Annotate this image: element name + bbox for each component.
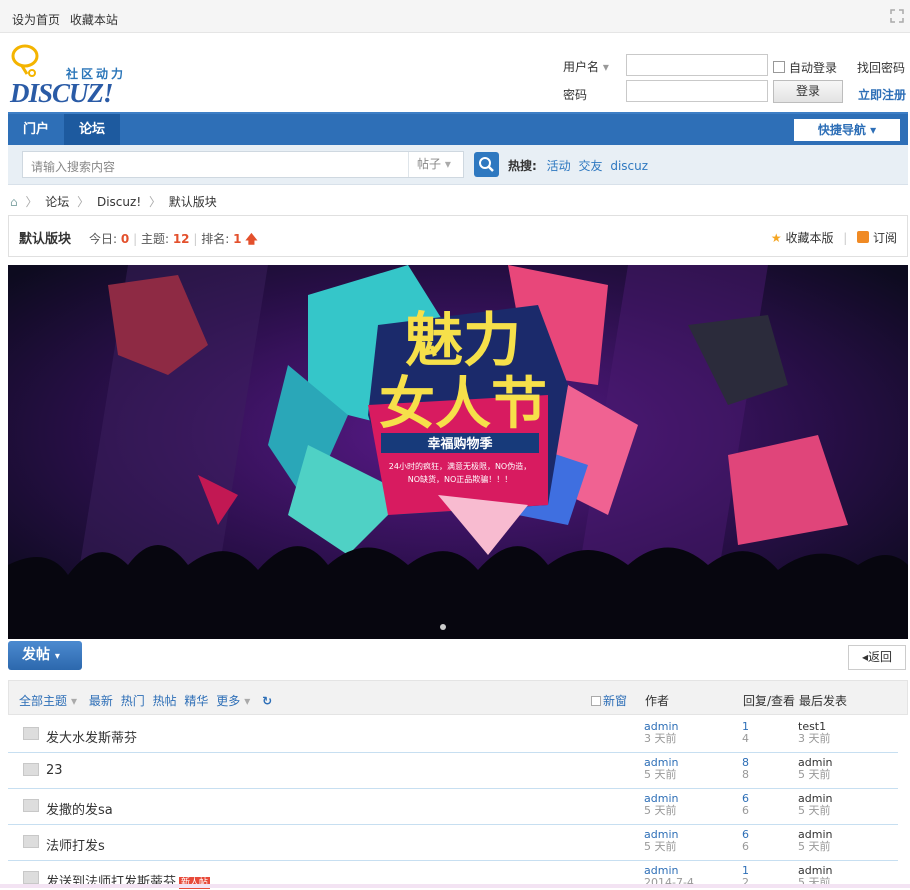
star-icon: ★ — [770, 231, 782, 245]
view-count: 6 — [742, 804, 749, 817]
thread-time: 5 天前 — [644, 804, 677, 817]
hot-term[interactable]: 活动 — [547, 159, 571, 173]
thread-title[interactable]: 发撒的发sa — [46, 799, 113, 818]
breadcrumb-current: 默认版块 — [168, 195, 217, 209]
password-input[interactable] — [626, 80, 768, 102]
hot-label: 热搜: — [508, 159, 537, 173]
password-label: 密码 — [563, 88, 588, 102]
thread-title[interactable]: 发大水发斯蒂芬 — [46, 727, 137, 746]
thread-title[interactable]: 23 — [46, 763, 63, 778]
banner-line1: 魅力 — [405, 306, 521, 374]
fullscreen-icon[interactable] — [890, 9, 904, 23]
auto-login-label: 自动登录 — [789, 61, 838, 75]
site-logo[interactable]: 社区动力 DISCUZ! — [10, 44, 140, 108]
forum-stats: 今日: 0 | 主题: 12 | 排名: 1 🡅 — [89, 232, 258, 246]
filter-newest[interactable]: 最新 — [89, 694, 113, 708]
top-bar: 设为首页 收藏本站 — [0, 0, 910, 33]
filter-hot[interactable]: 热门 — [121, 694, 145, 708]
folder-icon — [23, 763, 39, 776]
last-post-column: 最后发表 — [799, 694, 848, 708]
nav-forum[interactable]: 论坛 — [64, 114, 120, 145]
table-row[interactable]: 发大水发斯蒂芬 admin 3 天前 14 test1 3 天前 — [8, 716, 898, 753]
view-count: 4 — [742, 732, 749, 745]
back-button[interactable]: ◂返回 — [848, 645, 906, 670]
table-row[interactable]: 发撒的发sa admin 5 天前 66 admin 5 天前 — [8, 788, 898, 825]
folder-icon — [23, 727, 39, 740]
author-column: 作者 — [645, 694, 670, 708]
hot-term[interactable]: 交友 — [578, 159, 602, 173]
table-row[interactable]: 23 admin 5 天前 88 admin 5 天前 — [8, 752, 898, 789]
rank-value: 1 — [233, 232, 242, 246]
filter-hot-thread[interactable]: 热帖 — [153, 694, 177, 708]
new-window-toggle[interactable]: 新窗 — [591, 692, 627, 709]
hot-searches: 热搜: 活动 交友 discuz — [508, 157, 652, 174]
quick-nav-button[interactable]: 快捷导航 ▾ — [794, 119, 900, 141]
logo-brand: DISCUZ! — [10, 78, 114, 108]
replies-column: 回复/查看 — [743, 694, 796, 708]
forum-name: 默认版块 — [19, 232, 72, 247]
new-post-button[interactable]: 发帖 ▾ — [8, 641, 82, 670]
thread-time: 3 天前 — [644, 732, 677, 745]
search-icon — [479, 157, 494, 172]
banner-art: 魅力 女人节 幸福购物季 24小时的疯狂，满意无极限，NO伪造， NO缺货，NO… — [8, 265, 908, 639]
view-count: 6 — [742, 840, 749, 853]
forum-header: 默认版块 今日: 0 | 主题: 12 | 排名: 1 🡅 ★ 收藏本版 | 订… — [8, 215, 908, 257]
breadcrumb: ⌂ 〉 论坛 〉 Discuz! 〉 默认版块 — [10, 195, 217, 209]
rank-up-icon: 🡅 — [245, 232, 258, 246]
last-post-time: 5 天前 — [798, 840, 831, 853]
banner-line2: 女人节 — [379, 372, 547, 437]
banner-promo1: 24小时的疯狂，满意无极限，NO伪造， — [389, 461, 531, 471]
filter-all[interactable]: 全部主题 ▾ — [19, 694, 81, 708]
main-nav: 门户 论坛 快捷导航 ▾ — [8, 112, 908, 145]
table-row[interactable]: 法师打发s admin 5 天前 66 admin 5 天前 — [8, 824, 898, 861]
favorite-forum-link[interactable]: 收藏本版 — [785, 231, 833, 245]
search-bar: 请输入搜索内容 帖子 ▾ 热搜: 活动 交友 discuz — [8, 145, 908, 185]
search-placeholder: 请输入搜索内容 — [31, 160, 116, 174]
register-link[interactable]: 立即注册 — [858, 86, 906, 103]
username-label: 用户名 ▾ — [563, 60, 609, 74]
hot-term[interactable]: discuz — [610, 159, 648, 173]
filter-digest[interactable]: 精华 — [184, 694, 208, 708]
last-post-time: 3 天前 — [798, 732, 831, 745]
home-icon[interactable]: ⌂ — [10, 195, 18, 209]
username-input[interactable] — [626, 54, 768, 76]
folder-icon — [23, 799, 39, 812]
last-post-time: 5 天前 — [798, 768, 831, 781]
rss-icon — [857, 231, 870, 243]
bottom-edge — [0, 884, 910, 888]
thread-title[interactable]: 法师打发s — [46, 835, 105, 854]
folder-icon — [23, 835, 39, 848]
bookmark-site-link[interactable]: 收藏本站 — [70, 13, 118, 27]
nav-portal[interactable]: 门户 — [8, 114, 64, 145]
topics-count: 12 — [172, 232, 190, 246]
search-button[interactable] — [474, 152, 499, 177]
today-count: 0 — [120, 232, 130, 246]
auto-login-checkbox[interactable] — [773, 61, 785, 73]
set-home-link[interactable]: 设为首页 — [12, 13, 60, 27]
banner-image[interactable]: 魅力 女人节 幸福购物季 24小时的疯狂，满意无极限，NO伪造， NO缺货，NO… — [8, 265, 908, 639]
banner-promo2: NO缺货，NO正品欺骗！！！ — [408, 474, 513, 484]
search-type-select[interactable]: 帖子 ▾ — [408, 152, 464, 177]
refresh-icon[interactable]: ↻ — [262, 694, 272, 708]
thread-time: 5 天前 — [644, 840, 677, 853]
thread-list-header: 全部主题 ▾ 最新 热门 热帖 精华 更多 ▾ ↻ 新窗 作者 回复/查看 最后发表 — [8, 680, 908, 715]
bulb-icon — [11, 44, 39, 77]
banner-ribbon: 幸福购物季 — [427, 436, 492, 452]
subscribe-link[interactable]: 订阅 — [873, 231, 897, 245]
find-password-link[interactable]: 找回密码 — [857, 59, 905, 76]
filter-more[interactable]: 更多 ▾ — [216, 694, 254, 708]
thread-time: 5 天前 — [644, 768, 677, 781]
view-count: 8 — [742, 768, 749, 781]
last-post-time: 5 天前 — [798, 804, 831, 817]
search-input[interactable]: 请输入搜索内容 帖子 ▾ — [22, 151, 464, 178]
folder-icon — [23, 871, 39, 884]
breadcrumb-discuz[interactable]: Discuz! — [97, 195, 141, 209]
breadcrumb-forum[interactable]: 论坛 — [45, 195, 69, 209]
login-button[interactable]: 登录 — [773, 80, 843, 103]
